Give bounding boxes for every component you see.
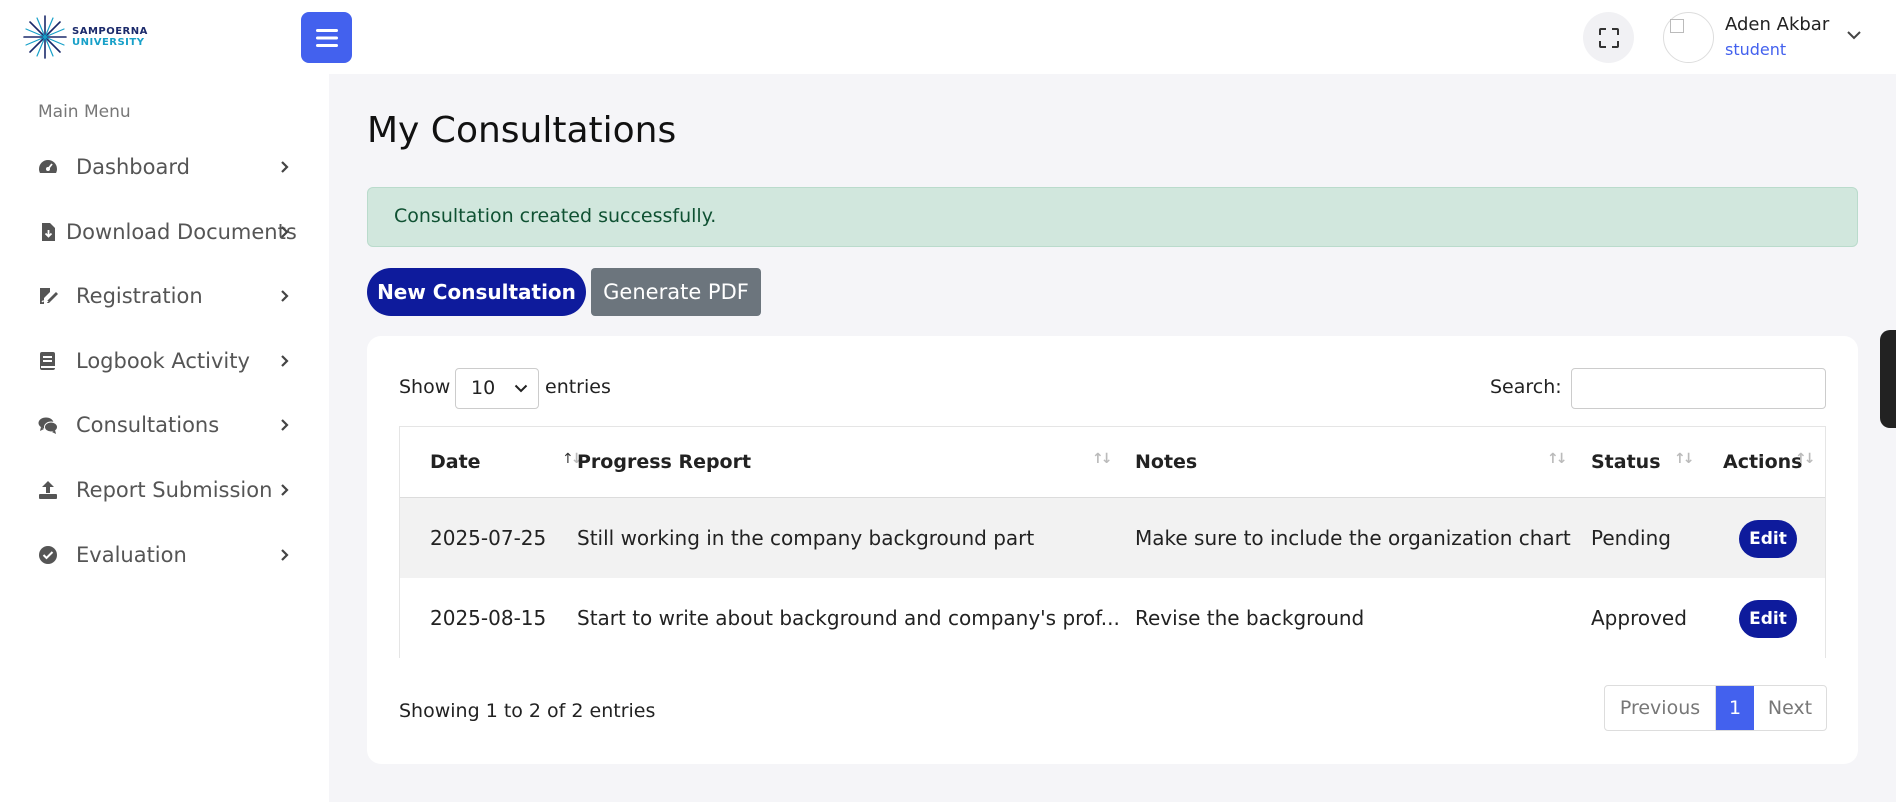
- column-header-notes[interactable]: Notes ↑↓: [1135, 427, 1575, 497]
- sidebar: Main Menu Dashboard Download Documents R…: [0, 74, 329, 802]
- next-page-button[interactable]: Next: [1754, 686, 1826, 730]
- chevron-right-icon: [281, 419, 289, 431]
- previous-page-button[interactable]: Previous: [1605, 686, 1716, 730]
- cell-progress-report: Still working in the company background …: [577, 526, 1035, 550]
- cell-notes: Revise the background: [1135, 606, 1365, 630]
- chevron-right-icon: [281, 355, 289, 367]
- column-header-date[interactable]: Date ↑↓: [430, 427, 583, 497]
- chevron-right-icon: [281, 226, 289, 238]
- sidebar-item-label: Evaluation: [76, 543, 187, 567]
- column-header-label: Date: [430, 451, 481, 473]
- university-logo[interactable]: SAMPOERNA UNIVERSITY: [22, 12, 152, 62]
- settings-drawer-tab[interactable]: [1880, 330, 1896, 428]
- column-header-actions[interactable]: Actions ↑↓: [1723, 427, 1823, 497]
- book-icon: [40, 352, 55, 370]
- cell-date: 2025-07-25: [430, 526, 547, 550]
- pagination: Previous 1 Next: [1604, 685, 1827, 731]
- comments-icon: [38, 417, 58, 434]
- avatar[interactable]: [1663, 12, 1714, 63]
- sort-icon: ↑↓: [1547, 451, 1568, 467]
- column-header-progress-report[interactable]: Progress Report ↑↓: [577, 427, 1117, 497]
- column-header-label: Notes: [1135, 451, 1198, 473]
- generate-pdf-button[interactable]: Generate PDF: [591, 268, 761, 316]
- table-row: 2025-08-15 Start to write about backgrou…: [400, 578, 1825, 658]
- column-header-label: Progress Report: [577, 451, 752, 473]
- column-header-status[interactable]: Status ↑↓: [1591, 427, 1706, 497]
- show-label: Show: [399, 376, 451, 398]
- logo-line-2: UNIVERSITY: [72, 37, 145, 48]
- gauge-icon: [39, 160, 57, 173]
- success-alert: Consultation created successfully.: [367, 187, 1858, 247]
- fullscreen-button[interactable]: [1583, 12, 1634, 63]
- user-role: student: [1725, 40, 1787, 59]
- page-length-value: 10: [471, 377, 496, 399]
- top-bar: SAMPOERNA UNIVERSITY Aden Akbar student: [0, 0, 1896, 74]
- signature-icon: [40, 288, 58, 304]
- sidebar-item-label: Logbook Activity: [76, 349, 250, 373]
- consultations-table: Date ↑↓ Progress Report ↑↓ Notes ↑↓ Stat…: [399, 426, 1826, 658]
- chevron-down-icon[interactable]: [1846, 30, 1862, 40]
- table-row: 2025-07-25 Still working in the company …: [400, 498, 1825, 578]
- sidebar-item-label: Registration: [76, 284, 203, 308]
- page-1-button[interactable]: 1: [1716, 686, 1754, 730]
- logo-burst-icon: [23, 15, 67, 59]
- cell-notes: Make sure to include the organization ch…: [1135, 526, 1571, 550]
- sidebar-item-label: Report Submission: [76, 478, 273, 502]
- sidebar-item-label: Dashboard: [76, 155, 190, 179]
- cell-status: Pending: [1591, 526, 1671, 550]
- new-consultation-button[interactable]: New Consultation: [367, 268, 586, 316]
- sidebar-item-evaluation[interactable]: Evaluation: [0, 530, 329, 580]
- sort-icon: ↑↓: [1092, 451, 1113, 467]
- search-input[interactable]: [1571, 368, 1826, 409]
- sidebar-item-logbook-activity[interactable]: Logbook Activity: [0, 336, 329, 386]
- edit-button[interactable]: Edit: [1739, 600, 1797, 638]
- sidebar-item-dashboard[interactable]: Dashboard: [0, 142, 329, 192]
- search-label: Search:: [1490, 376, 1562, 398]
- hamburger-icon: [315, 28, 338, 47]
- sidebar-item-label: Consultations: [76, 413, 220, 437]
- consultations-card: Show 10 entries Search: Date ↑↓ Progress…: [367, 336, 1858, 764]
- edit-button[interactable]: Edit: [1739, 520, 1797, 558]
- chevron-right-icon: [281, 290, 289, 302]
- page-length-select[interactable]: 10: [455, 368, 539, 409]
- sort-icon: ↑↓: [1795, 451, 1816, 467]
- sidebar-item-consultations[interactable]: Consultations: [0, 400, 329, 450]
- sidebar-item-report-submission[interactable]: Report Submission: [0, 465, 329, 515]
- column-header-label: Actions: [1723, 451, 1803, 473]
- sidebar-item-download-documents[interactable]: Download Documents: [0, 207, 329, 257]
- broken-image-icon: [1670, 19, 1684, 33]
- cell-progress-report: Start to write about background and comp…: [577, 606, 1120, 630]
- upload-icon: [39, 481, 57, 499]
- chevron-right-icon: [281, 484, 289, 496]
- cell-status: Approved: [1591, 606, 1687, 630]
- entries-label: entries: [545, 376, 611, 398]
- logo-line-1: SAMPOERNA: [72, 26, 148, 37]
- sidebar-item-label: Download Documents: [66, 220, 297, 244]
- cell-date: 2025-08-15: [430, 606, 547, 630]
- page-title: My Consultations: [367, 110, 677, 151]
- chevron-right-icon: [281, 161, 289, 173]
- file-download-icon: [42, 223, 55, 241]
- logo-text: SAMPOERNA UNIVERSITY: [72, 26, 148, 48]
- column-header-label: Status: [1591, 451, 1661, 473]
- check-circle-icon: [39, 546, 57, 564]
- sidebar-toggle-button[interactable]: [301, 12, 352, 63]
- chevron-right-icon: [281, 549, 289, 561]
- user-name[interactable]: Aden Akbar: [1725, 14, 1829, 35]
- sidebar-item-registration[interactable]: Registration: [0, 271, 329, 321]
- sidebar-section-title: Main Menu: [38, 102, 131, 122]
- table-info: Showing 1 to 2 of 2 entries: [399, 700, 656, 722]
- chevron-down-icon: [514, 384, 528, 393]
- expand-icon: [1598, 27, 1619, 48]
- sort-icon: ↑↓: [1674, 451, 1695, 467]
